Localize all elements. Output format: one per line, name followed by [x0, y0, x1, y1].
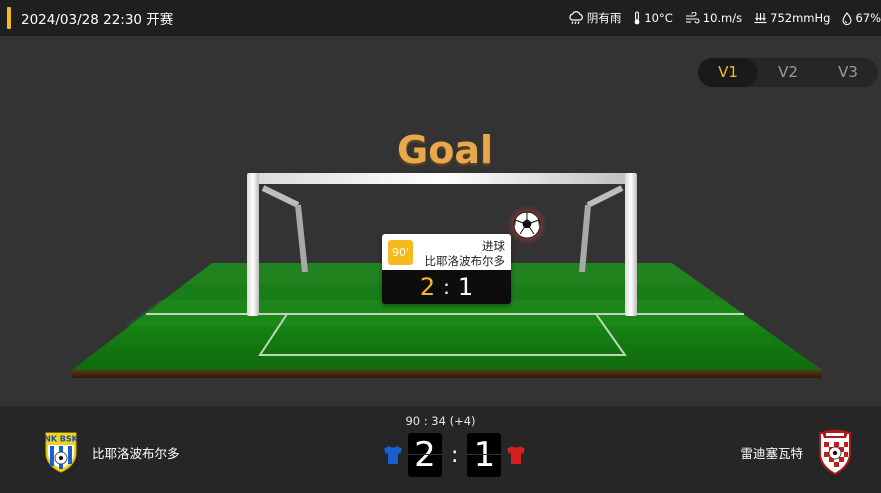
event-type: 进球 — [482, 239, 505, 253]
home-team-logo: NK BSK — [44, 432, 78, 473]
match-clock: 90 : 34 (+4) — [405, 414, 476, 428]
event-away-score: 1 — [457, 273, 474, 301]
event-title: Goal — [397, 128, 493, 172]
home-shirt-icon — [384, 446, 402, 464]
event-score: 2 : 1 — [382, 270, 511, 304]
event-score-separator: : — [443, 275, 450, 299]
event-home-score: 2 — [419, 273, 436, 301]
soccer-ball-icon — [507, 205, 547, 245]
scoreboard-bar: 90 : 34 (+4) NK BSK 比耶洛波布尔多 2 : 1 雷迪塞瓦特 — [0, 406, 881, 493]
home-team-name: 比耶洛波布尔多 — [92, 445, 180, 461]
away-team[interactable]: 雷迪塞瓦特 — [740, 429, 853, 475]
scoreboard: 2 : 1 — [378, 433, 531, 477]
event-card-header: 90' 进球 比耶洛波布尔多 — [382, 234, 511, 270]
event-card: 90' 进球 比耶洛波布尔多 2 : 1 — [382, 234, 511, 304]
svg-text:NK BSK: NK BSK — [44, 435, 78, 444]
away-shirt-icon — [507, 446, 526, 464]
away-team-name: 雷迪塞瓦特 — [740, 445, 803, 461]
score-separator: : — [451, 442, 459, 468]
pitch-scene — [72, 173, 822, 378]
event-team: 比耶洛波布尔多 — [424, 254, 506, 268]
event-minute-badge: 90' — [388, 240, 413, 265]
away-team-logo — [819, 429, 851, 475]
live-match-widget: 2024/03/28 22:30 开赛 阴有雨 10°C 10.m/s 752m… — [0, 0, 881, 493]
away-score: 1 — [467, 433, 502, 477]
home-team[interactable]: NK BSK 比耶洛波布尔多 — [44, 431, 180, 473]
pitch-soil-edge — [72, 370, 822, 378]
home-score: 2 — [408, 433, 442, 477]
